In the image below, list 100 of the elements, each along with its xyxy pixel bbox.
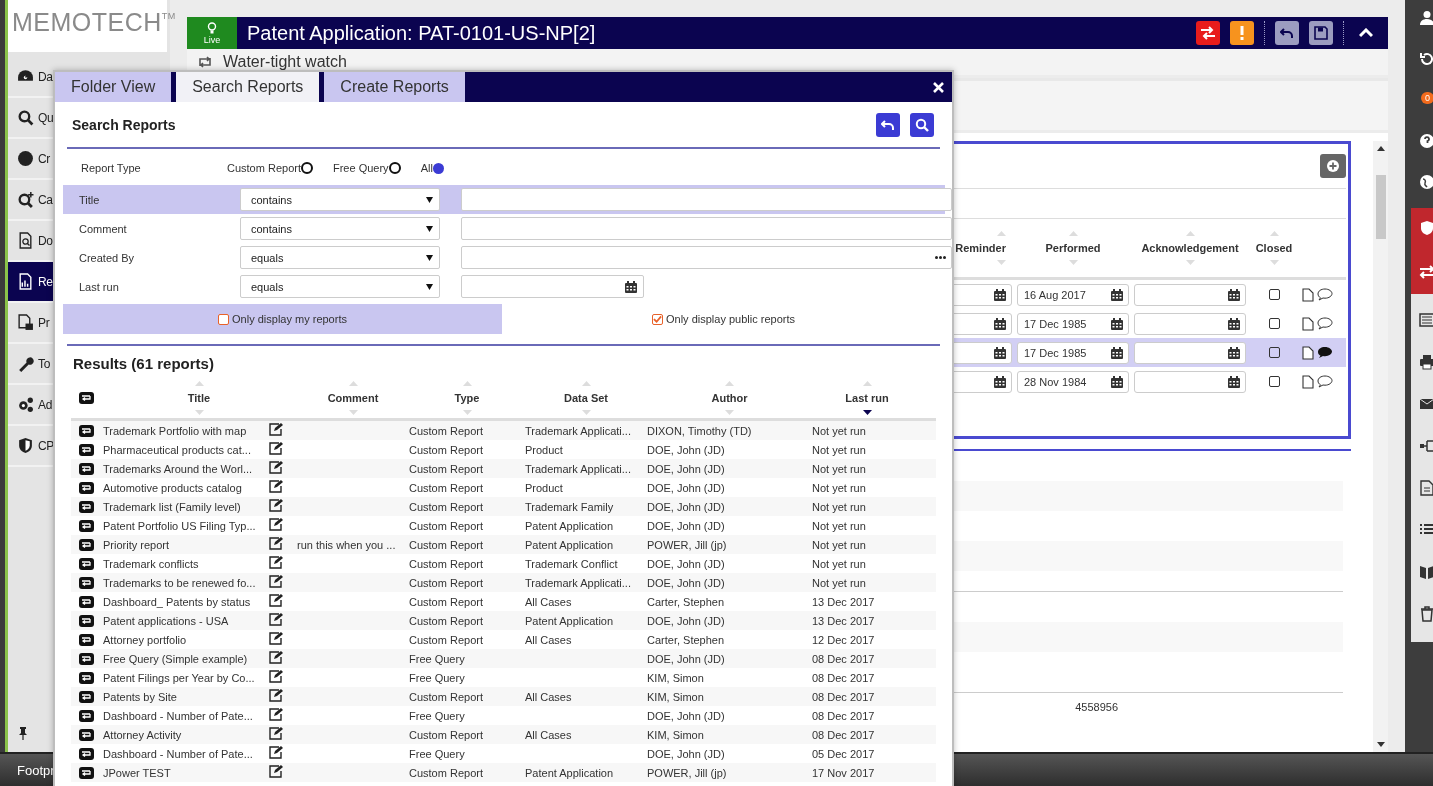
date-field[interactable]: 17 Dec 1985 [1017, 312, 1129, 335]
checkbox[interactable] [218, 313, 230, 325]
edit-icon[interactable] [269, 594, 283, 607]
table-cell[interactable]: Trademarks Around the Worl... [101, 462, 269, 475]
comment-icon[interactable] [1317, 375, 1333, 388]
comment-icon[interactable] [1317, 346, 1333, 359]
date-field[interactable] [1134, 312, 1246, 335]
table-cell[interactable]: Automotive products catalog [101, 481, 269, 494]
comment-icon[interactable] [1317, 317, 1333, 330]
column-header[interactable]: Title [187, 392, 211, 404]
edit-icon[interactable] [269, 499, 283, 512]
table-cell[interactable]: Patent Portfolio US Filing Typ... [101, 519, 269, 532]
document-icon[interactable] [1302, 287, 1314, 302]
edit-icon[interactable] [269, 670, 283, 683]
edit-icon[interactable] [269, 689, 283, 702]
comment-icon[interactable] [1317, 288, 1333, 301]
undo-button[interactable] [1275, 21, 1299, 45]
table-cell[interactable]: Patents by Site [101, 690, 269, 703]
edit-icon[interactable] [269, 632, 283, 645]
document-icon[interactable] [1302, 374, 1314, 389]
swap-button[interactable] [1196, 21, 1220, 45]
column-header[interactable]: Acknowledgement [1141, 242, 1239, 254]
table-cell[interactable]: Dashboard - Number of Pate... [101, 747, 269, 760]
printer-icon[interactable] [1419, 354, 1433, 370]
document-icon[interactable] [1302, 345, 1314, 360]
radio-button[interactable] [388, 162, 401, 174]
table-cell[interactable]: Patent applications - USA [101, 614, 269, 627]
radio-option[interactable]: Custom Report [227, 162, 313, 174]
edit-icon[interactable] [269, 746, 283, 759]
operator-dropdown[interactable]: contains [240, 188, 440, 211]
date-field[interactable]: 16 Aug 2017 [1017, 283, 1129, 306]
operator-dropdown[interactable]: equals [240, 275, 440, 298]
table-cell[interactable]: Dashboard_ Patents by status [101, 595, 269, 608]
date-field[interactable] [1134, 341, 1246, 364]
table-cell[interactable]: Dashboard - Number of Pate... [101, 709, 269, 722]
edit-icon[interactable] [269, 575, 283, 588]
checkbox[interactable] [1268, 376, 1280, 387]
column-header[interactable]: Author [711, 392, 748, 404]
date-field[interactable] [1134, 370, 1246, 393]
checkbox[interactable] [1268, 347, 1280, 358]
input-field[interactable] [461, 188, 952, 211]
reset-button[interactable] [876, 113, 900, 137]
column-header[interactable]: Comment [327, 392, 379, 404]
column-header[interactable]: Reminder [955, 242, 1006, 254]
user-icon[interactable] [1419, 10, 1433, 26]
history-icon[interactable] [1419, 51, 1433, 67]
document-icon[interactable] [1419, 480, 1433, 496]
swap-icon[interactable] [1419, 264, 1433, 280]
column-header[interactable]: Closed [1255, 242, 1293, 254]
edit-icon[interactable] [269, 708, 283, 721]
column-header[interactable]: Performed [1045, 242, 1101, 254]
add-button[interactable] [1320, 154, 1346, 178]
checkbox[interactable] [1268, 289, 1280, 300]
column-header[interactable]: Type [454, 392, 480, 404]
taskbar-item[interactable]: Footpr [17, 762, 55, 778]
edit-icon[interactable] [269, 651, 283, 664]
table-cell[interactable]: Trademarks to be renewed fo... [101, 576, 269, 589]
column-header[interactable]: Last run [845, 392, 889, 404]
table-cell[interactable]: JPower TEST [101, 766, 269, 779]
edit-icon[interactable] [269, 727, 283, 740]
radio-option[interactable]: All [420, 162, 444, 174]
column-header[interactable]: Data Set [564, 392, 608, 404]
search-button[interactable] [910, 113, 934, 137]
edit-icon[interactable] [269, 442, 283, 455]
table-cell[interactable]: Trademark conflicts [101, 557, 269, 570]
hierarchy-icon[interactable] [1419, 438, 1433, 454]
table-cell[interactable]: Trademark Portfolio with map [101, 424, 269, 437]
table-cell[interactable]: Priority report [101, 538, 269, 551]
edit-icon[interactable] [269, 461, 283, 474]
edit-icon[interactable] [269, 480, 283, 493]
table-cell[interactable]: Attorney Activity [101, 728, 269, 741]
document-icon[interactable] [1302, 316, 1314, 331]
edit-icon[interactable] [269, 423, 283, 436]
input-field[interactable] [461, 246, 952, 269]
trash-icon[interactable] [1419, 606, 1433, 622]
input-field[interactable] [461, 217, 952, 240]
save-button[interactable] [1309, 21, 1333, 45]
table-cell[interactable]: Free Query (Simple example) [101, 652, 269, 665]
scrollbar-thumb[interactable] [1375, 174, 1386, 239]
shield-icon[interactable] [1419, 220, 1433, 236]
book-icon[interactable] [1419, 564, 1433, 580]
radio-button[interactable] [301, 162, 313, 174]
input-field[interactable] [461, 275, 644, 298]
radio-option[interactable]: Free Query [333, 162, 401, 174]
edit-icon[interactable] [269, 518, 283, 531]
operator-dropdown[interactable]: equals [240, 246, 440, 269]
table-cell[interactable]: Attorney portfolio [101, 633, 269, 646]
envelope-icon[interactable] [1419, 396, 1433, 412]
date-field[interactable] [1134, 283, 1246, 306]
tab[interactable]: Folder View [55, 72, 172, 102]
checkbox-label[interactable]: Only display my reports [232, 313, 347, 325]
date-field[interactable]: 28 Nov 1984 [1017, 370, 1129, 393]
close-icon[interactable] [933, 81, 944, 93]
tab[interactable]: Search Reports [176, 72, 320, 102]
edit-icon[interactable] [269, 537, 283, 550]
table-cell[interactable]: Patent Filings per Year by Co... [101, 671, 269, 684]
tab[interactable]: Create Reports [324, 72, 465, 102]
edit-icon[interactable] [269, 556, 283, 569]
table-cell[interactable]: Trademark list (Family level) [101, 500, 269, 513]
list-icon[interactable] [1419, 312, 1433, 328]
